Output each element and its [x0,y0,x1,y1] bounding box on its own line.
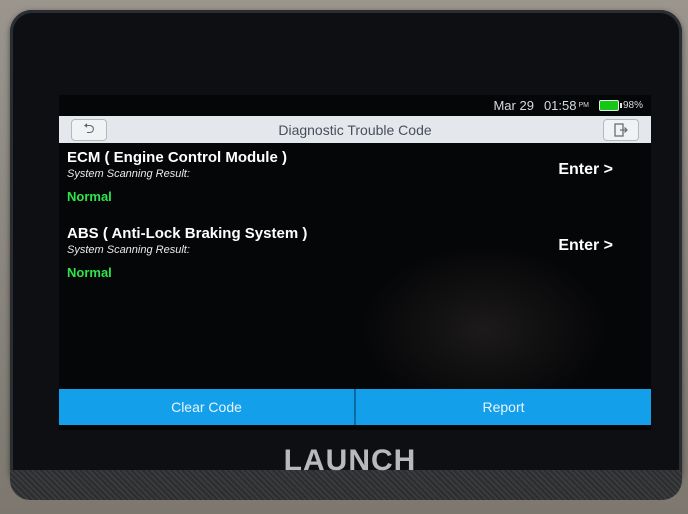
module-abs: ABS ( Anti-Lock Braking System ) System … [67,225,643,295]
module-name: ECM ( Engine Control Module ) [67,149,287,166]
status-ampm: PM [578,101,589,109]
exit-button[interactable] [603,119,639,141]
title-bar: ⮌ Diagnostic Trouble Code [59,116,651,143]
clear-code-button[interactable]: Clear Code [59,389,354,425]
screen: Mar 29 01:58 PM 98% ⮌ Diagnostic Trouble… [59,95,651,430]
brand-logo: LAUNCH [283,444,417,477]
page-title: Diagnostic Trouble Code [278,121,432,138]
status-bar: Mar 29 01:58 PM 98% [59,95,651,115]
module-subtitle: System Scanning Result: [67,244,190,256]
battery-icon [598,99,622,111]
report-button[interactable]: Report [356,389,651,425]
enter-abs-button[interactable]: Enter > [558,237,613,255]
module-status: Normal [67,265,112,280]
back-arrow-icon: ⮌ [83,120,95,136]
status-time: 01:58 [543,97,577,113]
module-name: ABS ( Anti-Lock Braking System ) [67,225,308,242]
status-date: Mar 29 [493,97,534,113]
exit-icon [614,123,628,137]
action-bar: Clear Code Report [59,389,651,425]
battery-level: 98% [622,99,643,111]
module-subtitle: System Scanning Result: [67,168,190,180]
module-ecm: ECM ( Engine Control Module ) System Sca… [67,149,643,219]
enter-ecm-button[interactable]: Enter > [558,161,613,179]
back-button[interactable]: ⮌ [71,119,107,141]
module-status: Normal [67,189,112,204]
